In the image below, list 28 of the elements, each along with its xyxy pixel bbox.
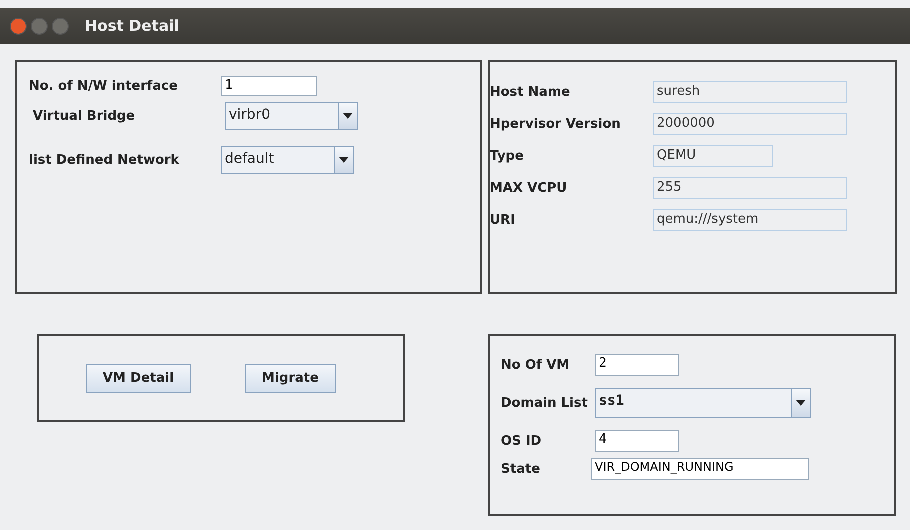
window-title: Host Detail xyxy=(85,17,180,35)
field-label: Host Name xyxy=(490,84,572,100)
input-field[interactable]: 4 xyxy=(595,430,679,452)
field-label: URI xyxy=(490,212,516,228)
close-icon[interactable] xyxy=(10,18,27,34)
read-only-field: 2000000 xyxy=(653,113,847,135)
field-label: No. of N/W interface xyxy=(29,78,179,94)
dropdown[interactable]: virbr0 xyxy=(225,102,358,130)
field-label: MAX VCPU xyxy=(490,180,568,196)
field-label: Domain List xyxy=(501,396,589,410)
input-field[interactable]: 1 xyxy=(221,76,317,96)
action-button[interactable]: VM Detail xyxy=(86,364,192,392)
field-label: Type xyxy=(490,148,525,164)
field-label: Virtual Bridge xyxy=(32,108,136,124)
input-field[interactable]: VIR_DOMAIN_RUNNING xyxy=(591,458,809,480)
read-only-field: 255 xyxy=(653,177,847,199)
dropdown[interactable]: ss1 xyxy=(595,388,811,418)
field-label: OS ID xyxy=(501,434,543,448)
read-only-field: qemu:///system xyxy=(653,209,847,231)
read-only-field: suresh xyxy=(653,81,847,103)
input-field[interactable]: 2 xyxy=(595,354,679,376)
field-label: list Defined Network xyxy=(29,152,180,168)
read-only-field: QEMU xyxy=(653,145,773,167)
field-label: State xyxy=(501,462,542,476)
dropdown[interactable]: default xyxy=(221,146,354,174)
action-button[interactable]: Migrate xyxy=(245,364,336,392)
field-label: No Of VM xyxy=(501,358,571,372)
field-label: Hpervisor Version xyxy=(490,116,622,132)
